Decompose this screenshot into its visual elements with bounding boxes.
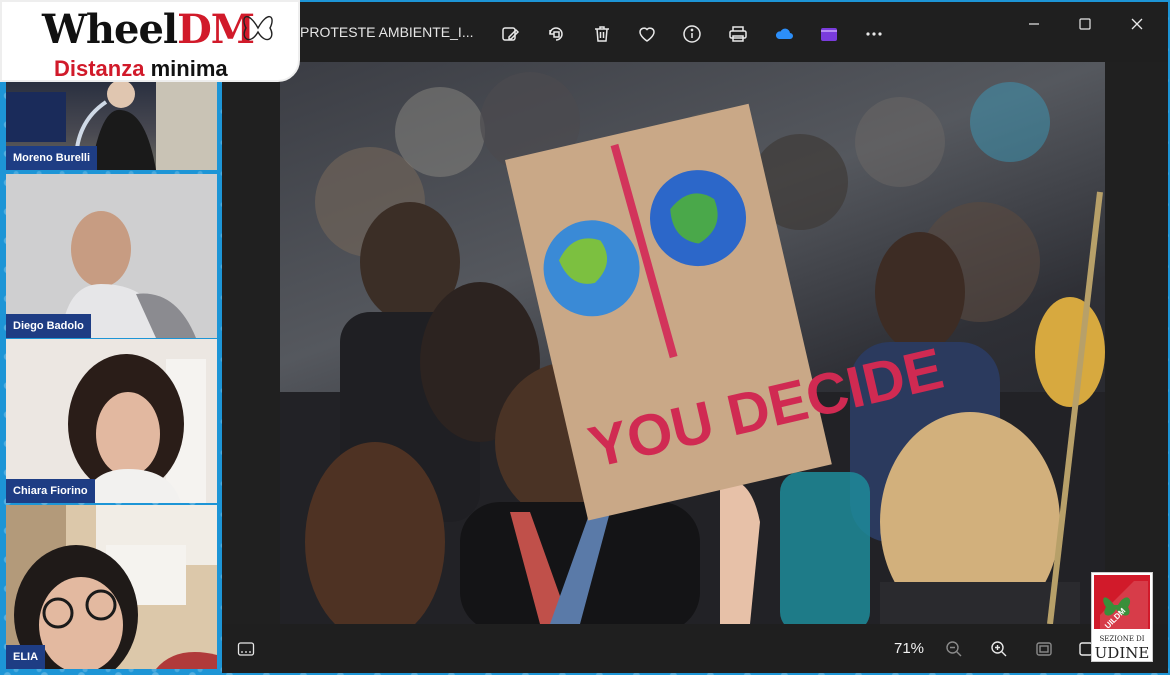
title-bar: PROTESTE AMBIENTE_I...	[222, 2, 1168, 62]
uildm-udine-badge: UILDM SEZIONE DI UDINE	[1091, 572, 1153, 662]
filmstrip-icon[interactable]	[234, 637, 258, 661]
bottom-bar: 71%	[222, 624, 1168, 673]
zoom-out-icon[interactable]	[942, 637, 966, 661]
maximize-icon[interactable]	[1065, 10, 1105, 38]
photo-area: YOU DECIDE	[222, 62, 1168, 624]
rotate-icon[interactable]	[542, 20, 570, 48]
zoom-level: 71%	[894, 640, 925, 657]
wheeldm-logo: WheelDM Distanza minima	[0, 0, 300, 82]
minimize-icon[interactable]	[1014, 10, 1054, 38]
logo-tagline: Distanza minima	[54, 56, 228, 81]
butterfly-icon	[243, 16, 273, 41]
photo-viewer-window: PROTESTE AMBIENTE_I... YOU DECIDE 71%	[222, 2, 1168, 673]
participant-tile[interactable]: Moreno Burelli	[6, 82, 217, 170]
onedrive-icon[interactable]	[770, 20, 798, 48]
fit-to-window-icon[interactable]	[1032, 637, 1056, 661]
print-icon[interactable]	[724, 20, 752, 48]
participant-name: Diego Badolo	[6, 314, 91, 338]
uildm-logo: UILDM	[1094, 575, 1150, 631]
participant-tile[interactable]: Diego Badolo	[6, 174, 217, 338]
protest-photo[interactable]: YOU DECIDE	[280, 62, 1105, 624]
info-icon[interactable]	[678, 20, 706, 48]
participant-name: Moreno Burelli	[6, 146, 98, 170]
logo-brand: WheelDM	[42, 6, 255, 53]
more-icon[interactable]	[860, 20, 888, 48]
protest-photo-illustration: YOU DECIDE	[280, 72, 1105, 624]
edit-image-icon[interactable]	[496, 20, 524, 48]
badge-line-1: SEZIONE DI	[1099, 635, 1145, 643]
participant-tile[interactable]: ELIA	[6, 505, 217, 669]
file-title: PROTESTE AMBIENTE_I...	[300, 24, 474, 40]
favorite-icon[interactable]	[633, 20, 661, 48]
zoom-in-icon[interactable]	[987, 637, 1011, 661]
participant-name: Chiara Fiorino	[6, 479, 95, 503]
badge-line-2: UDINE	[1094, 644, 1150, 662]
delete-icon[interactable]	[588, 20, 616, 48]
participant-tile[interactable]: Chiara Fiorino	[6, 339, 217, 503]
participant-name: ELIA	[6, 645, 46, 669]
close-icon[interactable]	[1117, 10, 1157, 38]
clipchamp-icon[interactable]	[815, 20, 843, 48]
